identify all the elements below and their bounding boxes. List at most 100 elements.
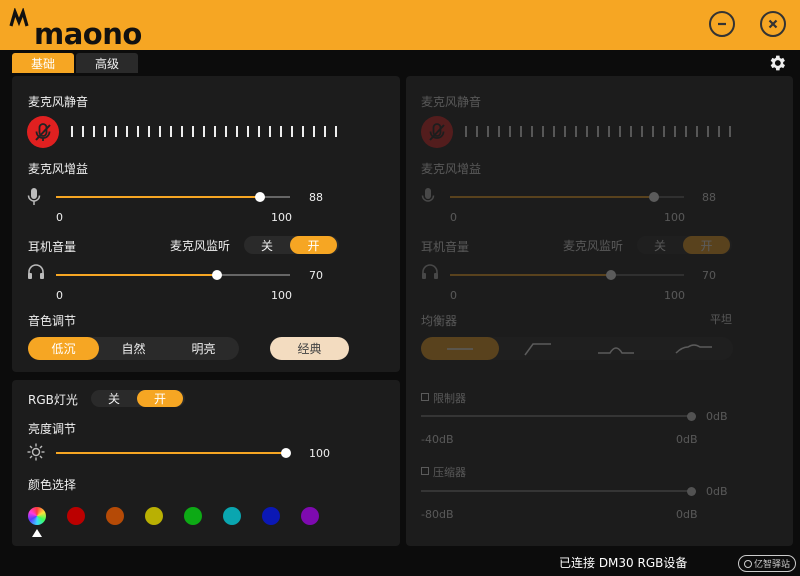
mic-monitor-off[interactable]: 关	[244, 236, 290, 254]
rgb-off[interactable]: 关	[91, 390, 137, 407]
rgb-toggle[interactable]: 关 开	[91, 390, 185, 407]
meter-tick	[269, 126, 271, 137]
tone-label: 音色调节	[28, 314, 77, 328]
color-swatch[interactable]	[301, 507, 319, 525]
meter-tick	[247, 126, 249, 137]
meter-tick	[71, 126, 73, 137]
meter-tick	[641, 126, 643, 137]
microphone-icon	[27, 188, 41, 205]
compressor-slider	[421, 486, 696, 496]
gear-icon	[770, 55, 785, 71]
tab-advanced[interactable]: 高级	[76, 53, 138, 73]
mic-monitor-toggle[interactable]: 关 开	[244, 236, 339, 254]
title-bar: maono	[0, 0, 800, 51]
headphone-volume-fill	[56, 274, 220, 276]
meter-tick	[148, 126, 150, 137]
adv-headphones-icon	[422, 264, 438, 279]
headphone-volume-value: 70	[309, 269, 323, 282]
tab-bar: 基础 高级	[12, 53, 138, 73]
meter-tick	[115, 126, 117, 137]
mic-gain-slider[interactable]	[56, 192, 290, 202]
limiter-label: 限制器	[433, 392, 466, 405]
brightness-slider[interactable]	[56, 448, 291, 458]
mic-monitor-label: 麦克风监听	[170, 239, 231, 253]
minimize-button[interactable]	[709, 11, 735, 37]
meter-tick	[509, 126, 511, 137]
maono-logo: maono	[8, 6, 142, 51]
rgb-light-label: RGB灯光	[28, 393, 78, 407]
meter-tick	[280, 126, 282, 137]
adv-mic-gain-thumb	[648, 192, 659, 202]
watermark-text: 亿智驿站	[753, 560, 790, 570]
mic-level-meter	[71, 126, 337, 137]
adv-mic-level-meter	[465, 126, 731, 137]
meter-tick	[630, 126, 632, 137]
meter-tick	[575, 126, 577, 137]
adv-headphone-label: 耳机音量	[421, 240, 470, 254]
adv-monitor-toggle: 关 开	[637, 236, 732, 254]
close-button[interactable]	[760, 11, 786, 37]
eq-flat-icon	[447, 347, 473, 350]
headphone-volume-slider[interactable]	[56, 270, 290, 280]
eq-presence-icon	[598, 346, 634, 354]
compressor-min: -80dB	[421, 508, 454, 521]
brightness-thumb[interactable]	[280, 448, 291, 458]
limiter-thumb	[686, 411, 696, 421]
color-swatch[interactable]	[223, 507, 241, 525]
tone-option-natural[interactable]: 自然	[99, 337, 168, 360]
close-icon	[768, 19, 778, 29]
adv-mic-gain-value: 88	[702, 191, 716, 204]
meter-tick	[126, 126, 128, 137]
meter-tick	[487, 126, 489, 137]
meter-tick	[137, 126, 139, 137]
mic-mute-button[interactable]	[27, 116, 59, 148]
meter-tick	[729, 126, 731, 137]
headphone-volume-min: 0	[56, 289, 63, 302]
adv-mic-gain-max: 100	[664, 211, 685, 224]
adv-monitor-on: 开	[683, 236, 730, 254]
limiter-slider	[421, 411, 696, 421]
eq-label: 均衡器	[421, 314, 458, 328]
tab-basic[interactable]: 基础	[12, 53, 74, 73]
tone-option-bright[interactable]: 明亮	[168, 337, 239, 360]
eq-preset-name: 平坦	[710, 313, 732, 326]
mic-mute-label: 麦克风静音	[28, 95, 89, 109]
mic-monitor-on[interactable]: 开	[290, 236, 337, 254]
classic-button[interactable]: 经典	[270, 337, 349, 360]
color-swatch[interactable]	[106, 507, 124, 525]
rgb-on[interactable]: 开	[137, 390, 183, 407]
mic-gain-thumb[interactable]	[254, 192, 265, 202]
color-swatch[interactable]	[145, 507, 163, 525]
meter-tick	[203, 126, 205, 137]
mic-gain-max: 100	[271, 211, 292, 224]
color-swatch[interactable]	[262, 507, 280, 525]
minimize-icon	[718, 22, 726, 26]
adv-headphone-max: 100	[664, 289, 685, 302]
meter-tick	[619, 126, 621, 137]
mic-gain-label: 麦克风增益	[28, 162, 89, 176]
limiter-min: -40dB	[421, 433, 454, 446]
settings-button[interactable]	[767, 53, 787, 73]
eq-highpass-option	[499, 337, 577, 360]
eq-presence-option	[577, 337, 655, 360]
compressor-value: 0dB	[706, 485, 728, 498]
color-swatch-rainbow[interactable]	[28, 507, 46, 525]
color-swatch[interactable]	[67, 507, 85, 525]
watermark-badge: 亿智驿站	[738, 555, 796, 572]
meter-tick	[608, 126, 610, 137]
meter-tick	[597, 126, 599, 137]
color-swatch[interactable]	[184, 507, 202, 525]
adv-mic-muted-icon	[429, 123, 445, 141]
meter-tick	[564, 126, 566, 137]
tone-option-low[interactable]: 低沉	[28, 337, 99, 360]
adv-mic-gain-label: 麦克风增益	[421, 162, 482, 176]
adv-mic-mute-button	[421, 116, 453, 148]
compressor-thumb	[686, 486, 696, 496]
adv-mic-gain-slider	[450, 192, 684, 202]
meter-tick	[159, 126, 161, 137]
headphones-icon	[28, 264, 44, 279]
meter-tick	[93, 126, 95, 137]
meter-tick	[542, 126, 544, 137]
meter-tick	[718, 126, 720, 137]
meter-tick	[313, 126, 315, 137]
